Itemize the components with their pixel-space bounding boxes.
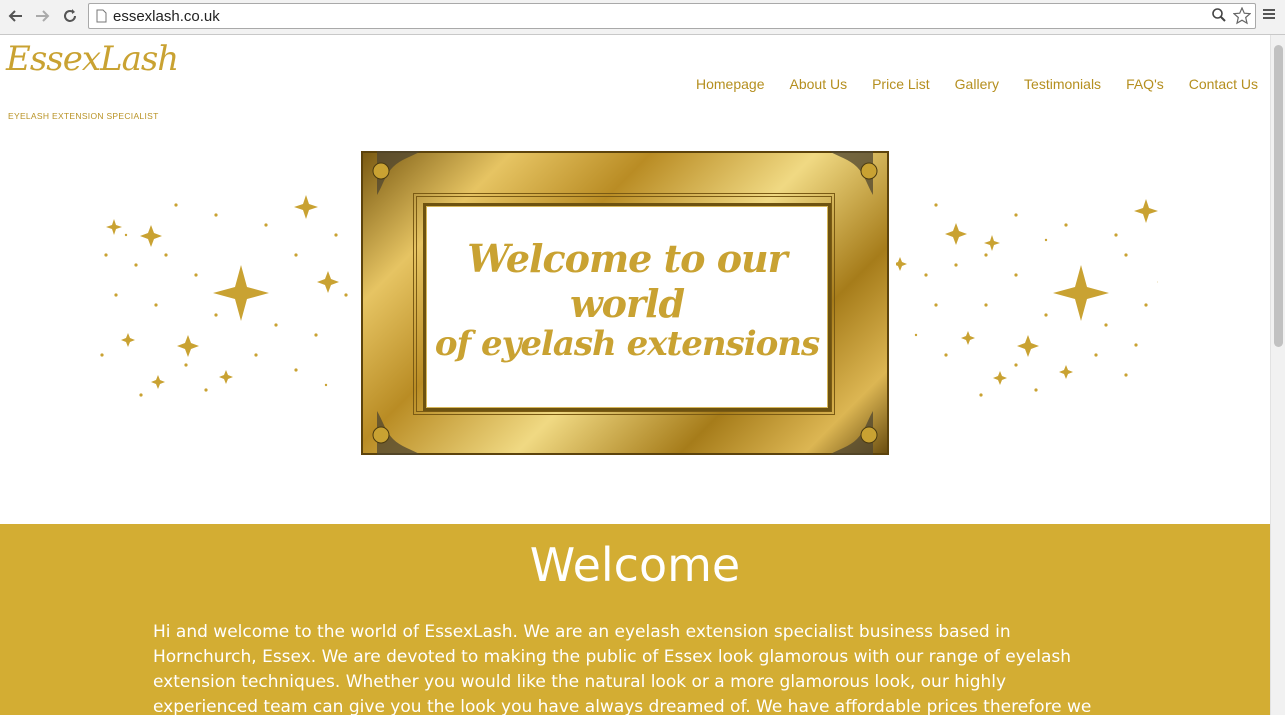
scrollbar-thumb[interactable] bbox=[1274, 45, 1283, 347]
sparkles-right-decoration bbox=[896, 199, 1158, 397]
frame-corner-ornament bbox=[361, 411, 421, 455]
welcome-heading: Welcome bbox=[529, 538, 741, 592]
address-bar[interactable]: essexlash.co.uk bbox=[88, 3, 1256, 29]
sparkles-left-decoration bbox=[100, 195, 348, 397]
welcome-section: Welcome Hi and welcome to the world of E… bbox=[0, 524, 1270, 715]
logo-tagline: EYELASH EXTENSION SPECIALIST bbox=[8, 111, 159, 121]
star-icon[interactable] bbox=[1232, 6, 1252, 30]
nav-contact-us[interactable]: Contact Us bbox=[1189, 76, 1258, 92]
welcome-paragraph: Hi and welcome to the world of EssexLash… bbox=[153, 622, 1092, 715]
nav-price-list[interactable]: Price List bbox=[872, 76, 930, 92]
frame-mat: Welcome to our world of eyelash extensio… bbox=[423, 203, 831, 411]
magnifier-icon[interactable] bbox=[1211, 7, 1227, 30]
site-logo[interactable]: EssexLash EYELASH EXTENSION SPECIALIST bbox=[2, 37, 179, 123]
nav-gallery[interactable]: Gallery bbox=[955, 76, 999, 92]
logo-text: EssexLash bbox=[6, 39, 179, 79]
browser-toolbar: essexlash.co.uk bbox=[0, 0, 1285, 35]
nav-faqs[interactable]: FAQ's bbox=[1126, 76, 1164, 92]
vertical-scrollbar[interactable] bbox=[1270, 35, 1285, 715]
url-text[interactable]: essexlash.co.uk bbox=[113, 8, 220, 25]
forward-arrow-icon[interactable] bbox=[32, 6, 52, 26]
page-icon bbox=[96, 9, 107, 28]
frame-corner-ornament bbox=[361, 151, 421, 195]
reload-icon[interactable] bbox=[60, 6, 80, 26]
frame-corner-ornament bbox=[829, 411, 889, 455]
hamburger-menu-icon[interactable] bbox=[1262, 7, 1276, 26]
main-navigation: Homepage About Us Price List Gallery Tes… bbox=[671, 76, 1258, 92]
hero-line-2: of eyelash extensions bbox=[434, 324, 820, 364]
web-page: EssexLash EYELASH EXTENSION SPECIALIST H… bbox=[0, 35, 1270, 715]
nav-homepage[interactable]: Homepage bbox=[696, 76, 765, 92]
frame-corner-ornament bbox=[829, 151, 889, 195]
back-arrow-icon[interactable] bbox=[6, 6, 26, 26]
nav-testimonials[interactable]: Testimonials bbox=[1024, 76, 1101, 92]
hero-banner: Welcome to our world of eyelash extensio… bbox=[96, 135, 1178, 520]
gold-picture-frame: Welcome to our world of eyelash extensio… bbox=[361, 151, 889, 455]
nav-about-us[interactable]: About Us bbox=[790, 76, 848, 92]
hero-line-1: Welcome to our world bbox=[467, 236, 787, 326]
